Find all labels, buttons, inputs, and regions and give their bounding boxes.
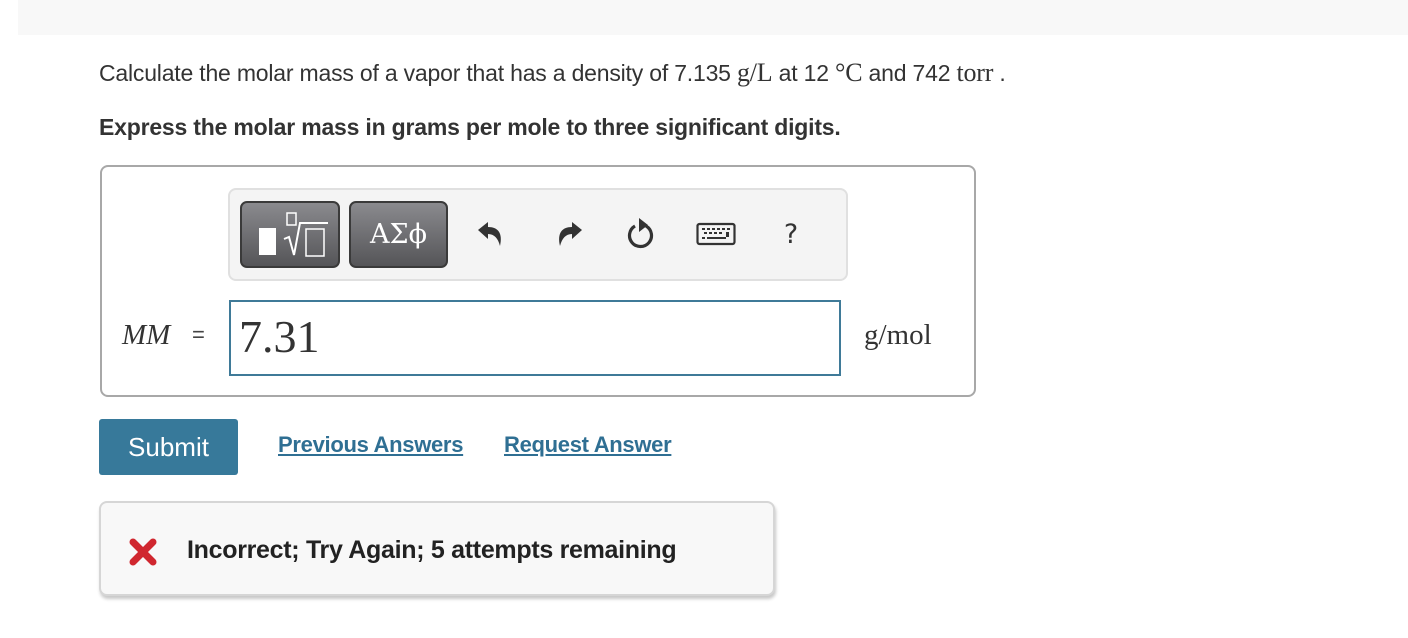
templates-sqrt-icon <box>259 212 328 257</box>
answer-box: ΑΣϕ ? MM = 7.31 g/mol <box>100 165 976 397</box>
pressure-unit: torr <box>956 58 994 87</box>
redo-button[interactable] <box>551 216 587 252</box>
math-toolbar: ΑΣϕ ? <box>228 188 848 281</box>
question-text: Calculate the molar mass of a vapor that… <box>99 58 1006 88</box>
feedback-box: Incorrect; Try Again; 5 attempts remaini… <box>99 501 775 596</box>
greek-symbols-button[interactable]: ΑΣϕ <box>349 201 448 268</box>
question-prefix: Calculate the molar mass of a vapor that… <box>99 60 737 86</box>
question-mid2: and 742 <box>862 60 957 86</box>
keyboard-button[interactable] <box>696 216 736 252</box>
undo-icon <box>478 222 501 246</box>
templates-button[interactable] <box>240 201 340 268</box>
answer-input[interactable]: 7.31 <box>229 300 841 376</box>
top-header-band <box>18 0 1408 35</box>
reset-button[interactable] <box>622 216 658 252</box>
feedback-message: Incorrect; Try Again; 5 attempts remaini… <box>187 536 677 564</box>
answer-unit: g/mol <box>864 319 932 351</box>
instruction-text: Express the molar mass in grams per mole… <box>99 114 841 140</box>
density-unit: g/L <box>736 58 773 87</box>
reset-icon <box>627 218 654 249</box>
equals-sign: = <box>192 322 205 347</box>
help-button[interactable]: ? <box>773 216 809 252</box>
previous-answers-link[interactable]: Previous Answers <box>278 432 463 458</box>
question-suffix: . <box>993 60 1006 86</box>
redo-icon <box>559 222 582 246</box>
undo-button[interactable] <box>473 216 509 252</box>
x-mark-icon <box>129 538 157 566</box>
question-mid1: at 12 <box>772 60 836 86</box>
temperature-unit: °C <box>835 58 863 87</box>
submit-button[interactable]: Submit <box>99 419 238 475</box>
request-answer-link[interactable]: Request Answer <box>504 432 672 458</box>
variable-label: MM <box>122 319 171 351</box>
keyboard-icon <box>696 222 736 246</box>
